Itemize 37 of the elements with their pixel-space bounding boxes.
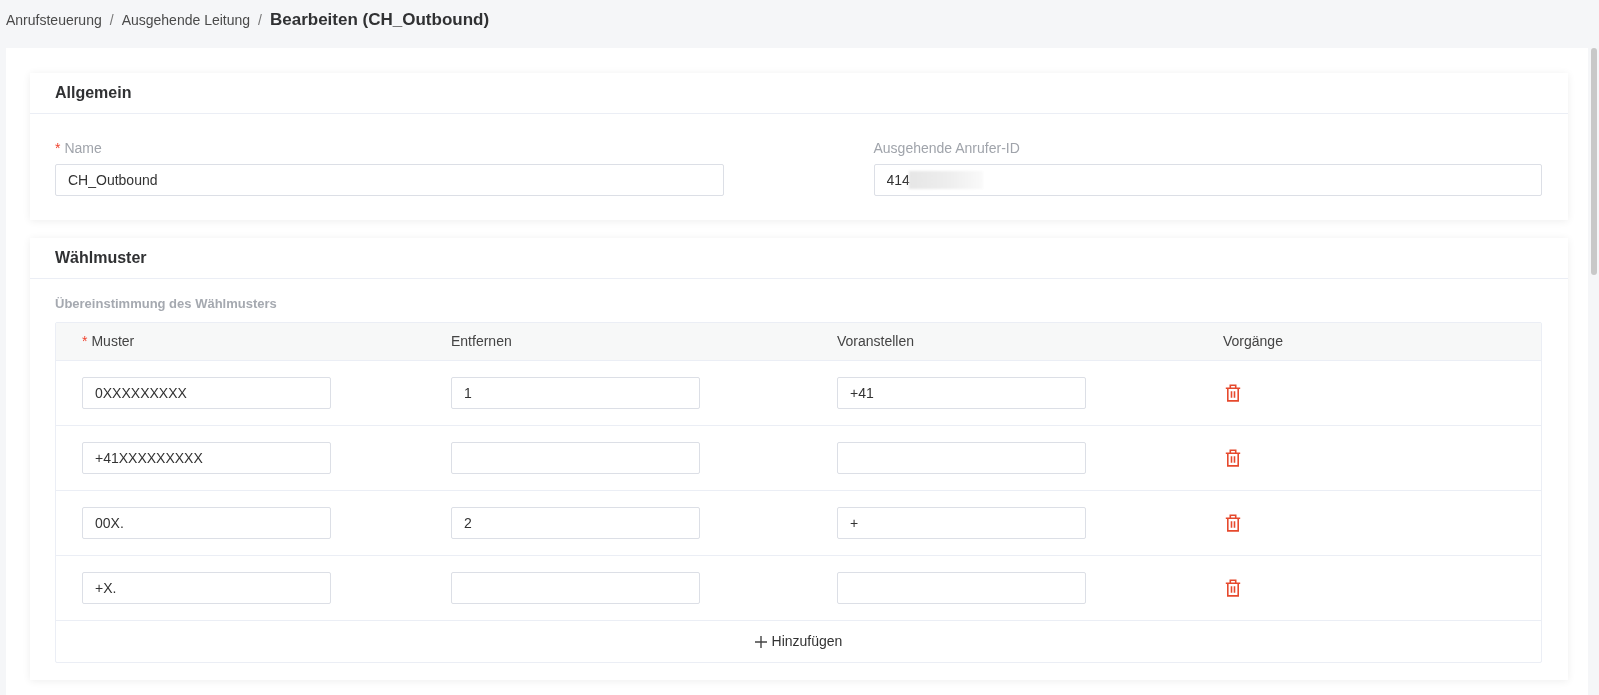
column-header: Entfernen (451, 332, 512, 351)
text-input[interactable]: +X. (82, 572, 331, 604)
column-header: Vorgänge (1223, 332, 1283, 351)
column-header: Muster (91, 332, 135, 351)
text-input[interactable]: +41XXXXXXXXX (82, 442, 331, 474)
plus-icon (754, 635, 767, 648)
section-subtitle: Übereinstimmung des Wählmusters (55, 295, 277, 313)
page-title: Bearbeiten (CH_Outbound) (269, 9, 490, 32)
breadcrumb-link[interactable]: Anrufsteuerung (6, 9, 102, 31)
breadcrumb-separator: / (258, 10, 262, 30)
field-label: Name (64, 138, 102, 158)
text-input[interactable]: + (837, 507, 1086, 539)
trash-icon[interactable] (1225, 384, 1241, 402)
trash-icon[interactable] (1225, 579, 1241, 597)
text-input[interactable] (451, 572, 700, 604)
text-input[interactable]: 414 (873, 164, 1542, 196)
text-input[interactable]: 2 (451, 507, 700, 539)
add-button[interactable]: Hinzufügen (754, 631, 843, 652)
required-mark: * (82, 332, 88, 351)
text-input[interactable]: CH_Outbound (55, 164, 724, 196)
text-input[interactable]: 0XXXXXXXXX (82, 377, 331, 409)
card-title: Wählmuster (55, 248, 147, 268)
required-mark: * (55, 138, 61, 158)
breadcrumb-separator: / (109, 10, 114, 30)
text-input[interactable]: 00X. (82, 507, 331, 539)
text-input[interactable]: 1 (451, 377, 700, 409)
text-input[interactable]: +41 (837, 377, 1086, 409)
scrollbar-thumb[interactable] (1590, 48, 1597, 275)
text-input[interactable] (451, 442, 700, 474)
field-label: Ausgehende Anrufer-ID (873, 138, 1020, 158)
text-input[interactable] (837, 572, 1086, 604)
breadcrumb-link[interactable]: Ausgehende Leitung (121, 9, 251, 31)
column-header: Voranstellen (837, 332, 915, 351)
trash-icon[interactable] (1225, 514, 1241, 532)
card-title: Allgemein (55, 83, 132, 103)
trash-icon[interactable] (1225, 449, 1241, 467)
text-input[interactable] (837, 442, 1086, 474)
